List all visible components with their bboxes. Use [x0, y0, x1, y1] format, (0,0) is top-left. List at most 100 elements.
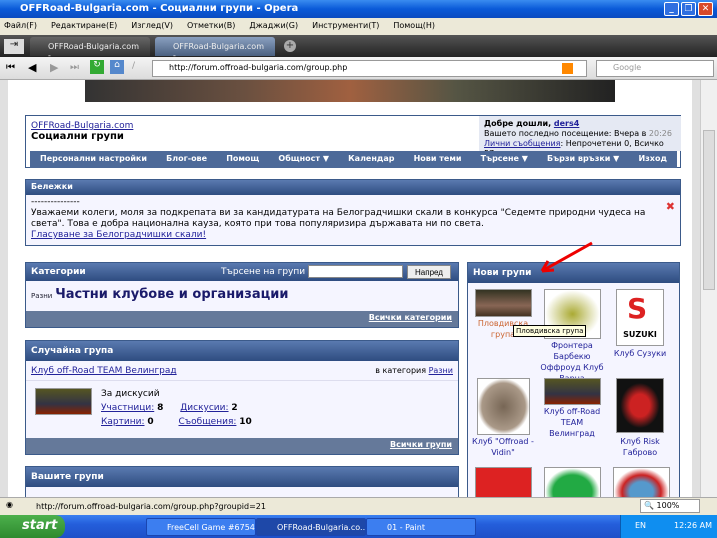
discussions-count: 2: [231, 403, 238, 413]
title-bar: OFFRoad-Bulgaria.com - Социални групи - …: [0, 0, 717, 18]
random-group-stats: За дискусий Участници: 8 Дискусии: 2 Кар…: [101, 387, 252, 429]
tooltip: Пловдивска група: [513, 325, 587, 337]
private-messages-link[interactable]: Лични съобщения: [484, 139, 561, 148]
search-input[interactable]: Google: [596, 60, 714, 77]
notices-box: Бележки --------------- Уважаеми колеги,…: [25, 179, 681, 246]
maximize-button[interactable]: ❐: [681, 2, 696, 16]
address-input[interactable]: http://forum.offroad-bulgaria.com/group.…: [152, 60, 587, 77]
group-search-input[interactable]: [308, 265, 403, 278]
members-link[interactable]: Участници:: [101, 403, 154, 413]
back-icon[interactable]: ◀: [28, 61, 36, 74]
new-tab-icon[interactable]: +: [284, 40, 296, 52]
menu-file[interactable]: Файл(F): [4, 21, 37, 30]
nav-help[interactable]: Помощ: [226, 154, 259, 165]
group-link-velingrad[interactable]: Клуб off-Road TEAM Велинград: [537, 406, 607, 439]
taskbar-label: 01 - Paint: [387, 523, 425, 532]
menu-help[interactable]: Помощ(H): [393, 21, 435, 30]
fast-forward-icon[interactable]: ⏭: [70, 62, 79, 73]
category-misc[interactable]: Разни: [31, 292, 52, 300]
nav-calendar[interactable]: Календар: [348, 154, 394, 165]
menu-tools[interactable]: Инструменти(T): [312, 21, 379, 30]
menu-edit[interactable]: Редактиране(E): [51, 21, 117, 30]
messages-link[interactable]: Съобщения:: [179, 417, 237, 427]
home-icon[interactable]: ⌂: [110, 60, 124, 74]
nav-community[interactable]: Общност ▼: [278, 154, 329, 165]
group-thumbnail-vidin[interactable]: [477, 378, 530, 435]
menu-view[interactable]: Изглед(V): [131, 21, 173, 30]
minimize-button[interactable]: _: [664, 2, 679, 16]
tab-2[interactable]: OFFRoad-Bulgaria.com -...: [155, 37, 275, 60]
group-search-button[interactable]: Напред: [407, 265, 451, 279]
last-visit: Вашето последно посещение: Вчера в: [484, 129, 649, 138]
nav-quick-links[interactable]: Бързи връзки ▼: [547, 154, 619, 165]
nav-search[interactable]: Търсене ▼: [481, 154, 528, 165]
your-groups-title: Вашите групи: [26, 467, 458, 487]
start-button[interactable]: start: [0, 515, 65, 538]
random-group-link[interactable]: Клуб off-Road TEAM Велинград: [31, 366, 177, 376]
clock: 12:26 AM: [674, 521, 713, 530]
language-indicator[interactable]: EN: [635, 521, 646, 530]
in-category-label: в категория: [375, 366, 429, 375]
search-placeholder: Google: [613, 63, 642, 72]
taskbar-opera[interactable]: OFFRoad-Bulgaria.co...: [256, 518, 366, 536]
group-thumbnail-daihatsu[interactable]: [475, 467, 532, 497]
group-thumbnail-suzuki[interactable]: S SUZUKI: [616, 289, 664, 346]
header-box: OFFRoad-Bulgaria.com Социални групи Добре…: [25, 115, 681, 168]
categories-box: Категории Търсене на групи Напред Разни …: [25, 262, 459, 328]
username-link[interactable]: ders4: [554, 119, 579, 128]
group-thumbnail-velingrad[interactable]: [544, 378, 601, 405]
reload-icon[interactable]: ↻: [90, 60, 104, 74]
taskbar-paint[interactable]: 01 - Paint: [366, 518, 476, 536]
group-thumbnail-plovdiv[interactable]: [475, 289, 532, 317]
group-link-suzuki[interactable]: Клуб Сузуки: [605, 348, 675, 359]
nav-new-posts[interactable]: Нови теми: [414, 154, 462, 165]
notice-text: Уважаеми колеги, моля за подкрепата ви з…: [31, 208, 646, 229]
start-label: start: [22, 518, 58, 533]
menu-widgets[interactable]: Джаджи(G): [249, 21, 298, 30]
system-tray: EN 12:26 AM: [620, 515, 717, 538]
group-thumbnail-risk[interactable]: [616, 378, 664, 433]
menu-bookmarks[interactable]: Отметки(B): [187, 21, 235, 30]
vertical-scrollbar[interactable]: [700, 80, 717, 497]
group-thumbnail-toyota[interactable]: [613, 467, 670, 497]
new-groups-box: Нови групи Пловдивска група Фронтера Бар…: [467, 262, 680, 497]
pictures-link[interactable]: Картини:: [101, 417, 144, 427]
random-group-desc: За дискусий: [101, 389, 160, 399]
close-button[interactable]: ✕: [698, 2, 713, 16]
dismiss-notice-icon[interactable]: ✖: [666, 200, 675, 213]
taskbar: start FreeCell Game #6754 OFFRoad-Bulgar…: [0, 515, 717, 538]
tab-1[interactable]: OFFRoad-Bulgaria.com -...: [30, 37, 150, 60]
tab-bar: ⇥ OFFRoad-Bulgaria.com -... OFFRoad-Bulg…: [0, 35, 717, 60]
panel-toggle-icon[interactable]: ⇥: [4, 39, 24, 54]
welcome-panel: Добре дошли, ders4 Вашето последно посещ…: [479, 116, 681, 158]
discussions-link[interactable]: Дискусии:: [180, 403, 228, 413]
taskbar-freecell[interactable]: FreeCell Game #6754: [146, 518, 256, 536]
random-group-title: Случайна група: [26, 341, 458, 361]
page-title: Социални групи: [31, 131, 124, 142]
nav-blogs[interactable]: Блог-ове: [166, 154, 207, 165]
group-link-vidin[interactable]: Клуб "Offroad - Vidin": [468, 436, 538, 458]
group-link-risk[interactable]: Клуб Risk Габрово: [605, 436, 675, 458]
zoom-control[interactable]: 🔍 100%: [640, 499, 700, 513]
banner-image: [85, 80, 615, 102]
window-title: OFFRoad-Bulgaria.com - Социални групи - …: [20, 3, 299, 14]
forward-icon[interactable]: ▶: [50, 61, 58, 74]
nav-user-cp[interactable]: Персонални настройки: [40, 154, 147, 165]
rss-icon[interactable]: [562, 63, 573, 74]
page-viewport: OFFRoad-Bulgaria.com Социални групи Добре…: [0, 80, 700, 497]
edit-icon[interactable]: /: [132, 61, 135, 71]
site-link[interactable]: OFFRoad-Bulgaria.com: [31, 121, 133, 131]
random-group-category-link[interactable]: Разни: [429, 366, 453, 375]
category-private-clubs[interactable]: Частни клубове и организации: [55, 287, 288, 302]
random-group-thumbnail[interactable]: [35, 388, 92, 415]
notice-vote-link[interactable]: Гласуване за Белоградчишки скали!: [31, 230, 206, 240]
group-thumbnail-4x4[interactable]: [544, 467, 601, 497]
last-visit-time: 20:26: [648, 129, 672, 138]
rewind-icon[interactable]: ⏮: [6, 62, 15, 73]
scrollbar-thumb[interactable]: [703, 130, 715, 290]
nav-logout[interactable]: Изход: [638, 154, 666, 165]
status-bar: ◉ http://forum.offroad-bulgaria.com/group…: [0, 497, 717, 515]
all-categories-link[interactable]: Всички категории: [369, 313, 452, 322]
members-count: 8: [157, 403, 164, 413]
all-groups-link[interactable]: Всички групи: [390, 440, 452, 449]
